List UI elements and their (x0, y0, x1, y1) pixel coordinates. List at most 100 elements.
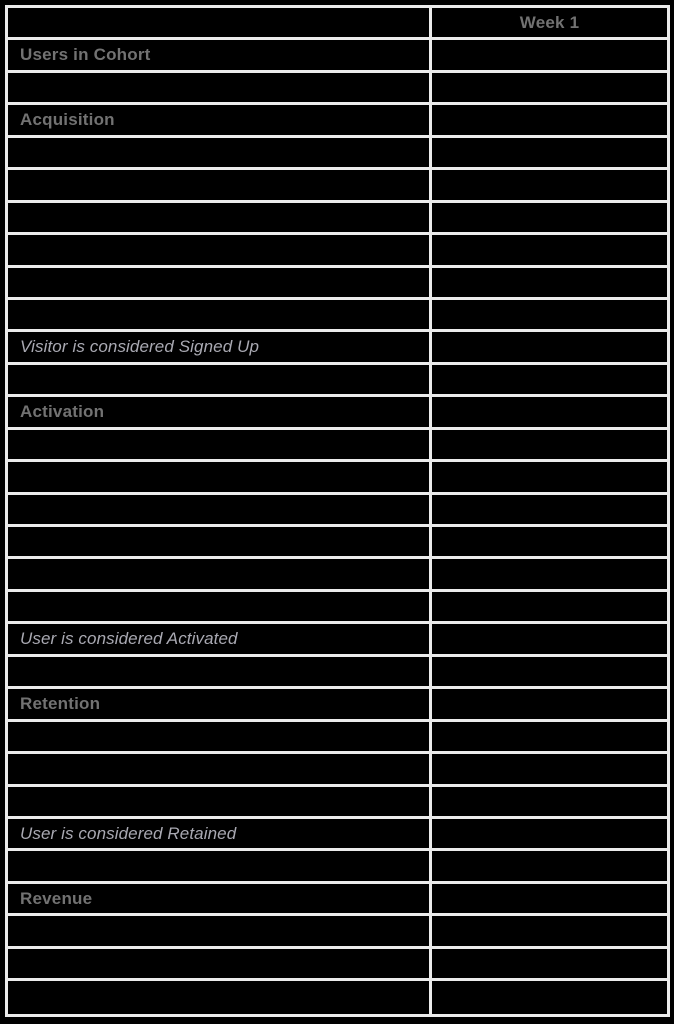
week-1-value-cell (432, 754, 667, 787)
week-1-value-cell (432, 137, 667, 171)
cohort-table-body: Week 1 Users in Cohort Acquisition Visitor … (8, 8, 667, 1014)
corner-cell (8, 8, 432, 41)
table-row (8, 721, 667, 755)
table-row (8, 429, 667, 463)
metric-label-cell (8, 235, 432, 268)
week-1-value-cell (432, 851, 667, 884)
week-1-value-cell (432, 397, 667, 430)
table-row (8, 786, 667, 819)
week-1-value-cell (432, 235, 667, 268)
week-1-value-cell (432, 527, 667, 560)
section-header-cell: Acquisition (8, 105, 432, 138)
week-1-value-cell (432, 818, 667, 852)
metric-label-cell (8, 494, 432, 527)
metric-label-cell (8, 656, 432, 690)
table-row: Week 1 (8, 8, 667, 41)
week-1-value-cell (432, 170, 667, 203)
metric-label-cell (8, 527, 432, 560)
table-row (8, 72, 667, 106)
table-row (8, 202, 667, 236)
metric-label-cell (8, 364, 432, 398)
section-header-cell: Revenue (8, 883, 432, 917)
table-row: User is considered Retained (8, 818, 667, 852)
week-1-value-cell (432, 332, 667, 365)
table-row (8, 235, 667, 268)
milestone-cell: User is considered Retained (8, 818, 432, 852)
section-header-label: Acquisition (20, 110, 115, 130)
milestone-cell: User is considered Activated (8, 624, 432, 657)
table-row (8, 527, 667, 560)
table-row: Users in Cohort (8, 40, 667, 73)
metric-label-cell (8, 591, 432, 625)
table-row (8, 462, 667, 495)
table-row (8, 267, 667, 300)
metric-label-cell (8, 559, 432, 592)
week-1-value-cell (432, 689, 667, 722)
week-1-value-cell (432, 883, 667, 917)
table-row: User is considered Activated (8, 624, 667, 657)
week-1-value-cell (432, 981, 667, 1014)
table-row: Activation (8, 397, 667, 430)
metric-label-cell (8, 721, 432, 755)
week-1-value-cell (432, 105, 667, 138)
section-header-label: Revenue (20, 888, 93, 908)
section-header-cell: Activation (8, 397, 432, 430)
week-1-value-cell (432, 364, 667, 398)
week-1-value-cell (432, 786, 667, 819)
section-header-cell: Retention (8, 689, 432, 722)
week-1-value-cell (432, 202, 667, 236)
metric-label-cell (8, 916, 432, 949)
metric-label-cell (8, 786, 432, 819)
week-1-value-cell (432, 721, 667, 755)
section-header-cell: Users in Cohort (8, 40, 432, 73)
week-1-value-cell (432, 429, 667, 463)
metric-label-cell (8, 754, 432, 787)
metric-label-cell (8, 429, 432, 463)
metric-label-cell (8, 948, 432, 982)
table-row (8, 591, 667, 625)
week-1-value-cell (432, 624, 667, 657)
metric-label-cell (8, 981, 432, 1014)
week-1-value-cell (432, 40, 667, 73)
metric-label-cell (8, 170, 432, 203)
milestone-cell: Visitor is considered Signed Up (8, 332, 432, 365)
metric-label-cell (8, 851, 432, 884)
table-row (8, 559, 667, 592)
cohort-table-container: Week 1 Users in Cohort Acquisition Visitor … (0, 0, 674, 1024)
week-1-value-cell (432, 948, 667, 982)
week-1-value-cell (432, 299, 667, 333)
week-1-value-cell (432, 267, 667, 300)
week-1-value-cell (432, 494, 667, 527)
table-row (8, 981, 667, 1014)
table-row (8, 916, 667, 949)
table-row (8, 656, 667, 690)
section-header-label: Users in Cohort (20, 45, 151, 65)
metric-label-cell (8, 299, 432, 333)
milestone-label: User is considered Activated (20, 629, 238, 649)
week-1-value-cell (432, 559, 667, 592)
metric-label-cell (8, 267, 432, 300)
table-row (8, 754, 667, 787)
week-1-value-cell (432, 462, 667, 495)
table-row (8, 299, 667, 333)
week-1-value-cell (432, 591, 667, 625)
metric-label-cell (8, 462, 432, 495)
week-1-value-cell (432, 916, 667, 949)
table-row (8, 170, 667, 203)
metric-label-cell (8, 72, 432, 106)
table-row: Visitor is considered Signed Up (8, 332, 667, 365)
week-1-value-cell (432, 656, 667, 690)
column-header-week-1: Week 1 (432, 8, 667, 41)
table-row (8, 364, 667, 398)
table-row (8, 494, 667, 527)
table-row (8, 948, 667, 982)
section-header-label: Activation (20, 401, 105, 421)
column-header-week-1-label: Week 1 (519, 12, 580, 32)
table-row: Revenue (8, 883, 667, 917)
milestone-label: User is considered Retained (20, 823, 237, 843)
section-header-label: Retention (20, 693, 101, 713)
milestone-label: Visitor is considered Signed Up (20, 337, 260, 357)
table-row (8, 851, 667, 884)
table-row: Acquisition (8, 105, 667, 138)
week-1-value-cell (432, 72, 667, 106)
